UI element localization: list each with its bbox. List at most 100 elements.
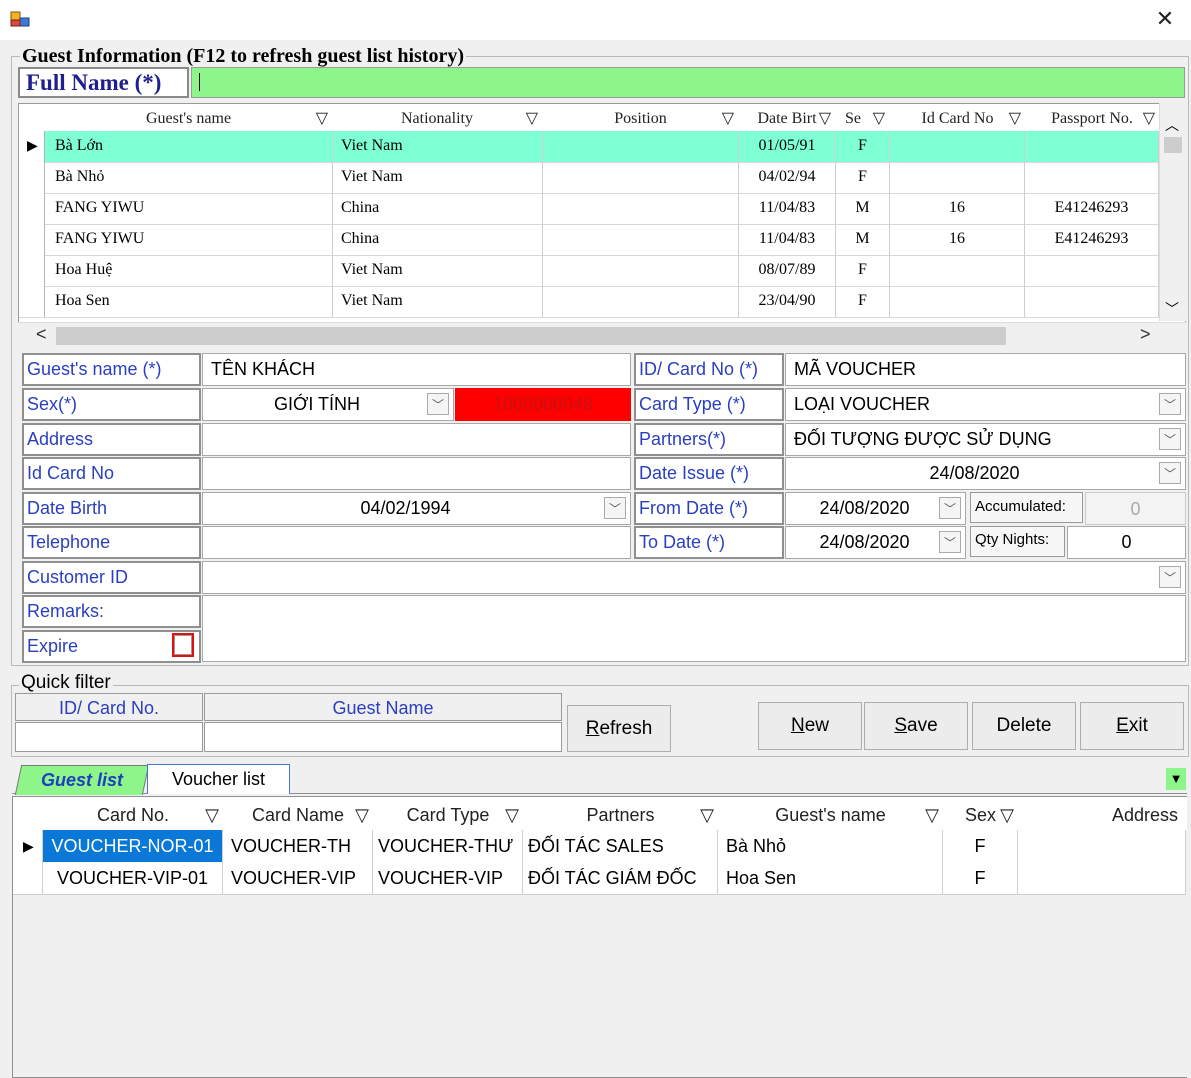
tab-voucher-list[interactable]: Voucher list [147,764,290,794]
cell-id-card[interactable]: 16 [890,224,1025,255]
column-header-sex[interactable]: Se ▽ [836,104,889,134]
vertical-scrollbar[interactable]: ︿ ﹀ [1159,103,1186,321]
cell-nationality[interactable]: Viet Nam [333,131,543,162]
cell-guest-name[interactable]: FANG YIWU [45,224,333,255]
cell-card-type[interactable]: VOUCHER-VIP [373,862,523,894]
cell-position[interactable] [543,286,739,317]
filter-icon[interactable]: ▽ [355,797,369,833]
column-header-position[interactable]: Position ▽ [543,104,738,134]
column-header-card-no[interactable]: Card No. ▽ [43,797,223,831]
tab-guest-list[interactable]: Guest list [14,765,150,795]
chevron-down-icon[interactable]: ﹀ [427,393,449,415]
column-header-date-birth[interactable]: Date Birt ▽ [739,104,835,134]
scroll-left-icon[interactable]: < [36,324,47,345]
filter-icon[interactable]: ▽ [526,104,538,134]
cell-sex[interactable]: F [943,862,1018,894]
cell-guest-name[interactable]: FANG YIWU [45,193,333,224]
row-selector[interactable] [19,255,45,286]
cell-sex[interactable]: M [836,224,890,255]
cell-guest-name[interactable]: Hoa Huệ [45,255,333,286]
cell-partners[interactable]: ĐỐI TÁC GIÁM ĐỐC [523,862,718,894]
filter-icon[interactable]: ▽ [925,797,939,833]
scroll-down-icon[interactable]: ﹀ [1165,299,1179,319]
cell-id-card[interactable] [890,131,1025,162]
table-row[interactable]: Bà Nhỏ Viet Nam 04/02/94 F [19,162,1159,194]
chevron-down-icon[interactable]: ﹀ [1159,428,1181,450]
table-row[interactable]: VOUCHER-VIP-01 VOUCHER-VIP VOUCHER-VIP Đ… [13,862,1186,895]
filter-icon[interactable]: ▽ [722,104,734,134]
cell-passport[interactable] [1025,131,1159,162]
table-row[interactable]: Hoa Huệ Viet Nam 08/07/89 F [19,255,1159,287]
cell-sex[interactable]: F [836,255,890,286]
cell-id-card[interactable] [890,255,1025,286]
cell-position[interactable] [543,131,739,162]
column-header-card-name[interactable]: Card Name ▽ [223,797,373,831]
address-input[interactable] [202,423,631,456]
chevron-down-icon[interactable]: ﹀ [604,497,626,519]
cell-position[interactable] [543,193,739,224]
table-row[interactable]: FANG YIWU China 11/04/83 M 16 E41246293 [19,224,1159,256]
filter-icon[interactable]: ▽ [505,797,519,833]
column-header-guest-name[interactable]: Guest's name ▽ [45,104,332,134]
cell-passport[interactable]: E41246293 [1025,224,1159,255]
cell-guest-name[interactable]: Bà Nhỏ [718,830,943,862]
cell-nationality[interactable]: China [333,193,543,224]
filter-icon[interactable]: ▽ [700,797,714,833]
card-no-input[interactable]: MÃ VOUCHER [785,353,1186,386]
delete-button[interactable]: Delete [972,702,1076,750]
cell-address[interactable] [1018,862,1186,894]
cell-nationality[interactable]: Viet Nam [333,162,543,193]
sex-select[interactable]: GIỚI TÍNH ﹀ [202,388,454,421]
cell-nationality[interactable]: Viet Nam [333,255,543,286]
cell-passport[interactable]: E41246293 [1025,193,1159,224]
cell-position[interactable] [543,224,739,255]
cell-id-card[interactable] [890,162,1025,193]
to-date-picker[interactable]: 24/08/2020 ﹀ [785,526,966,559]
table-row[interactable]: FANG YIWU China 11/04/83 M 16 E41246293 [19,193,1159,225]
column-header-nationality[interactable]: Nationality ▽ [332,104,542,134]
cell-date-birth[interactable]: 11/04/83 [739,193,836,224]
cell-date-birth[interactable]: 11/04/83 [739,224,836,255]
id-card-input[interactable] [202,457,631,490]
cell-date-birth[interactable]: 08/07/89 [739,255,836,286]
table-row[interactable]: ▶ Bà Lớn Viet Nam 01/05/91 F [19,131,1159,163]
card-type-select[interactable]: LOẠI VOUCHER ﹀ [785,388,1186,421]
cell-card-no[interactable]: VOUCHER-VIP-01 [43,862,223,894]
guest-name-filter-input[interactable] [204,722,562,752]
guest-name-input[interactable]: TÊN KHÁCH [202,353,631,386]
column-header-card-type[interactable]: Card Type ▽ [373,797,523,831]
save-button[interactable]: Save [864,702,968,750]
chevron-down-icon[interactable]: ﹀ [939,531,961,553]
cell-sex[interactable]: M [836,193,890,224]
cell-date-birth[interactable]: 04/02/94 [739,162,836,193]
cell-nationality[interactable]: Viet Nam [333,286,543,317]
cell-passport[interactable] [1025,286,1159,317]
cell-guest-name[interactable]: Bà Lớn [45,131,333,162]
table-row[interactable]: Hoa Sen Viet Nam 23/04/90 F [19,286,1159,318]
cell-passport[interactable] [1025,255,1159,286]
qty-nights-input[interactable]: 0 [1067,526,1186,559]
full-name-input[interactable] [191,67,1185,98]
cell-guest-name[interactable]: Hoa Sen [45,286,333,317]
table-row[interactable]: ▶ VOUCHER-NOR-01 VOUCHER-TH VOUCHER-THƯ … [13,830,1186,863]
cell-date-birth[interactable]: 01/05/91 [739,131,836,162]
customer-id-select[interactable]: ﹀ [202,561,1186,594]
cell-card-type[interactable]: VOUCHER-THƯ [373,830,523,862]
scroll-thumb[interactable] [56,327,1006,345]
horizontal-scrollbar[interactable]: < > [18,322,1186,348]
guest-history-grid[interactable]: Guest's name ▽ Nationality ▽ Position ▽ Dat… [18,103,1186,348]
cell-guest-name[interactable]: Hoa Sen [718,862,943,894]
scroll-up-icon[interactable]: ︿ [1165,115,1179,135]
chevron-down-icon[interactable]: ﹀ [1159,566,1181,588]
filter-icon[interactable]: ▽ [1000,797,1014,833]
cell-date-birth[interactable]: 23/04/90 [739,286,836,317]
row-selector[interactable] [19,193,45,224]
cell-id-card[interactable] [890,286,1025,317]
expire-checkbox[interactable] [172,633,194,657]
row-selector[interactable] [19,286,45,317]
row-selector[interactable] [19,224,45,255]
chevron-down-icon[interactable]: ﹀ [1159,462,1181,484]
column-header-passport[interactable]: Passport No. ▽ [1025,104,1159,134]
cell-position[interactable] [543,255,739,286]
cell-nationality[interactable]: China [333,224,543,255]
